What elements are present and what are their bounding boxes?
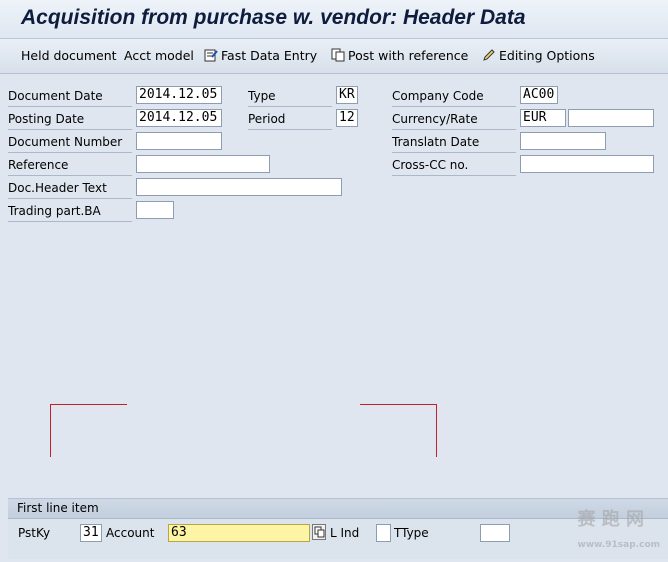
value-help-icon [314, 526, 325, 538]
title-bar: Acquisition from purchase w. vendor: Hea… [0, 0, 668, 39]
copy-document-icon [331, 48, 345, 62]
watermark-logo: 赛 跑 网 www.91sap.com [578, 505, 661, 552]
document-number-label: Document Number [8, 132, 132, 153]
editing-options-label: Editing Options [499, 48, 595, 63]
doc-header-text-label: Doc.Header Text [8, 178, 132, 199]
currency-input[interactable]: EUR [520, 109, 566, 127]
sgl-ind-label: L Ind [330, 526, 360, 540]
editing-options-button[interactable]: Editing Options [482, 48, 595, 63]
translatn-date-input[interactable] [520, 132, 606, 150]
document-date-input[interactable]: 2014.12.05 [136, 86, 222, 104]
post-with-reference-button[interactable]: Post with reference [331, 48, 468, 63]
ttype-label: TType [394, 526, 429, 540]
page-title: Acquisition from purchase w. vendor: Hea… [21, 6, 526, 29]
company-code-input[interactable]: AC00 [520, 86, 558, 104]
fast-data-entry-button[interactable]: Fast Data Entry [204, 48, 317, 63]
account-label: Account [106, 526, 155, 540]
cross-cc-no-input[interactable] [520, 155, 654, 173]
first-line-item-header: First line item [8, 499, 668, 519]
highlight-bracket-right [360, 404, 437, 457]
posting-date-input[interactable]: 2014.12.05 [136, 109, 222, 127]
trading-part-ba-input[interactable] [136, 201, 174, 219]
document-date-label: Document Date [8, 86, 132, 107]
account-input[interactable]: 63 [168, 524, 310, 542]
type-label: Type [248, 86, 332, 107]
pstky-input[interactable]: 31 [80, 524, 102, 542]
highlight-bracket-left [50, 404, 127, 457]
application-toolbar: Held document Acct model Fast Data Entry… [0, 39, 668, 74]
sgl-ind-input[interactable] [376, 524, 391, 542]
acct-model-button[interactable]: Acct model [124, 48, 194, 63]
trading-part-ba-label: Trading part.BA [8, 201, 132, 222]
period-label: Period [248, 109, 332, 130]
currency-rate-label: Currency/Rate [392, 109, 516, 130]
cross-cc-no-label: Cross-CC no. [392, 155, 516, 176]
fast-entry-icon [204, 49, 218, 62]
exchange-rate-input[interactable] [568, 109, 654, 127]
account-value-help-button[interactable] [312, 524, 326, 540]
translatn-date-label: Translatn Date [392, 132, 516, 153]
watermark-text: 赛 跑 网 [577, 509, 645, 530]
first-line-item-panel: First line item PstKy 31 Account 63 L In… [8, 498, 668, 559]
pstky-label: PstKy [18, 526, 51, 540]
post-with-reference-label: Post with reference [348, 48, 469, 63]
ttype-input[interactable] [480, 524, 510, 542]
period-input[interactable]: 12 [336, 109, 358, 127]
watermark-url: www.91sap.com [577, 540, 661, 550]
posting-date-label: Posting Date [8, 109, 132, 130]
type-input[interactable]: KR [336, 86, 358, 104]
company-code-label: Company Code [392, 86, 516, 107]
pencil-icon [483, 49, 495, 61]
doc-header-text-input[interactable] [136, 178, 342, 196]
reference-label: Reference [8, 155, 132, 176]
fast-data-entry-label: Fast Data Entry [221, 48, 318, 63]
held-document-button[interactable]: Held document [21, 48, 117, 63]
first-line-item-title: First line item [17, 501, 99, 515]
reference-input[interactable] [136, 155, 270, 173]
document-number-input[interactable] [136, 132, 222, 150]
